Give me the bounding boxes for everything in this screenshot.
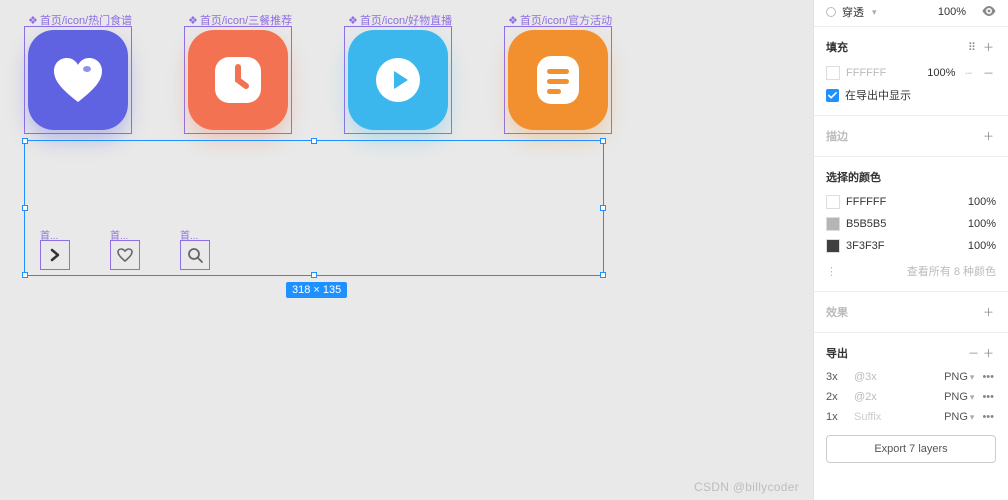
color-row[interactable]: FFFFFF100% [814,191,1008,213]
blend-mode-row: 穿透 ▾ 100% [814,0,1008,27]
dimension-badge: 318 × 135 [286,282,347,298]
add-export-button[interactable]: ＋ [981,348,996,360]
list-icon[interactable] [508,30,608,130]
blend-mode-label[interactable]: 穿透 [842,4,864,20]
color-row[interactable]: B5B5B5100% [814,213,1008,235]
play-icon[interactable] [348,30,448,130]
show-in-export-label: 在导出中显示 [845,87,911,103]
effects-title: 效果 [826,304,848,320]
radio-icon[interactable] [826,7,836,17]
more-icon[interactable]: ••• [980,371,996,383]
add-effect-button[interactable]: ＋ [981,304,996,320]
heart-icon[interactable] [28,30,128,130]
watermark: CSDN @billycoder [694,480,799,494]
export-row[interactable]: 3x@3xPNG▾••• [814,367,1008,387]
show-in-export-checkbox[interactable] [826,89,839,102]
selection-box[interactable] [24,140,604,276]
hidden-icon[interactable]: ┄ [965,67,973,80]
design-canvas[interactable]: ❖首页/icon/热门食谱 ❖首页/icon/三餐推荐 ❖首页/icon/好物直… [0,0,813,500]
more-icon[interactable]: ••• [980,391,996,403]
remove-fill-button[interactable]: － [981,65,996,81]
properties-panel: 穿透 ▾ 100% 填充 ⠿ ＋ FFFFFF 100% ┄ － 在导出中显示 [813,0,1008,500]
style-picker-icon[interactable]: ⠿ [968,42,978,54]
clock-icon[interactable] [188,30,288,130]
more-dots-icon: ⋮ [826,265,837,278]
export-row[interactable]: 2x@2xPNG▾••• [814,387,1008,407]
fill-color-row[interactable]: FFFFFF 100% ┄ － [814,61,1008,85]
remove-export-button[interactable]: － [966,348,981,360]
opacity-value[interactable]: 100% [938,6,966,18]
export-row[interactable]: 1xSuffixPNG▾••• [814,407,1008,427]
selected-colors-title: 选择的颜色 [826,169,881,185]
add-fill-button[interactable]: ＋ [981,42,996,54]
color-row[interactable]: 3F3F3F100% [814,235,1008,257]
export-title: 导出 [826,345,848,361]
export-button[interactable]: Export 7 layers [826,435,996,463]
stroke-title: 描边 [826,128,848,144]
more-icon[interactable]: ••• [980,411,996,423]
add-stroke-button[interactable]: ＋ [981,128,996,144]
see-all-colors-link[interactable]: 查看所有 8 种颜色 [907,263,996,279]
chevron-down-icon[interactable]: ▾ [872,7,877,18]
fill-title: 填充 [826,39,848,55]
visibility-icon[interactable] [982,6,996,19]
